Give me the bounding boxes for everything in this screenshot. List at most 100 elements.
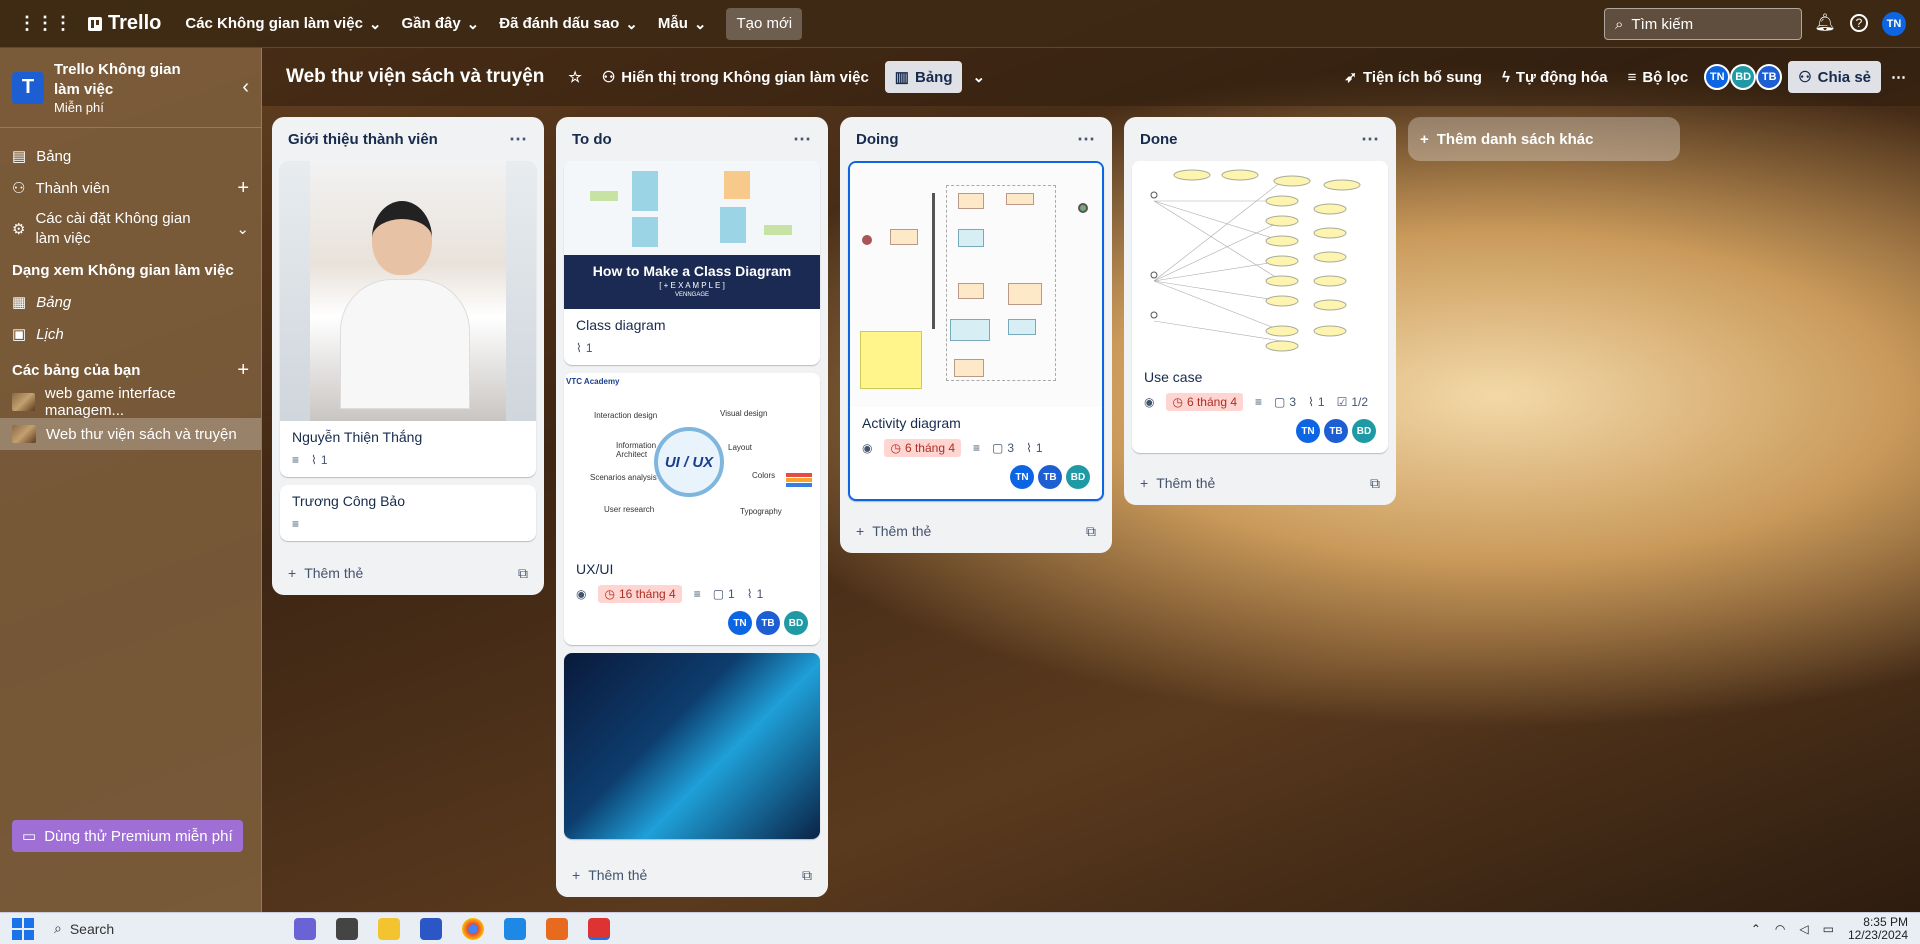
board-member-avatar[interactable]: TB	[1756, 64, 1783, 90]
vscode-icon[interactable]	[504, 917, 526, 940]
due-date: 6 tháng 4	[904, 441, 956, 455]
list-menu-icon[interactable]: ⋯	[509, 129, 528, 150]
menu-workspaces[interactable]: Các Không gian làm việc ⌄	[175, 8, 391, 40]
automation-button[interactable]: ϟ Tự động hóa	[1492, 61, 1618, 93]
card-use-case[interactable]: Use case ◉ ◷ 6 tháng 4 ≡ ▢ 3 ⌇ 1 ☑ 1/2 TN TB…	[1132, 161, 1388, 453]
create-from-template-icon[interactable]: ⧉	[518, 565, 528, 582]
teams-app-icon[interactable]	[294, 917, 316, 940]
filter-button[interactable]: ≡ Bộ lọc	[1618, 61, 1699, 93]
add-card-button[interactable]: + Thêm thẻ	[288, 565, 363, 581]
app-icon[interactable]	[336, 917, 358, 940]
list-todo: To do ⋯ How to Make a Class Diagram [ + E…	[556, 117, 828, 897]
chevron-down-icon[interactable]: ⌄	[236, 220, 249, 238]
wifi-icon[interactable]: ◠	[1775, 922, 1785, 936]
chevron-up-icon[interactable]: ⌃	[1751, 922, 1761, 936]
card-member-avatar[interactable]: TB	[756, 611, 780, 635]
trello-logo[interactable]: Trello	[88, 12, 161, 35]
add-card-button[interactable]: + Thêm thẻ	[856, 523, 931, 539]
card-title: Use case	[1144, 369, 1203, 385]
user-avatar[interactable]: TN	[1882, 12, 1906, 36]
card-activity-diagram[interactable]: Activity diagram ◉ ◷ 6 tháng 4 ≡ ▢ 3 ⌇ 1 TN…	[848, 161, 1104, 501]
view-switcher-chevron-icon[interactable]: ⌄	[962, 61, 995, 93]
list-menu-icon[interactable]: ⋯	[793, 129, 812, 150]
due-date-badge[interactable]: ◷ 6 tháng 4	[884, 439, 962, 457]
due-date-badge[interactable]: ◷ 6 tháng 4	[1166, 393, 1244, 411]
sidebar-view-board[interactable]: ▦ Bảng	[0, 286, 261, 318]
sidebar-item-label: Các cài đặt Không gian làm việc	[35, 210, 191, 247]
menu-recent[interactable]: Gần đây ⌄	[391, 8, 489, 40]
app-icon[interactable]	[546, 917, 568, 940]
board-view-button[interactable]: ▥ Bảng	[884, 61, 963, 93]
card[interactable]: Trương Công Bảo ≡	[280, 485, 536, 541]
app-icon[interactable]	[420, 917, 442, 940]
add-member-icon[interactable]: +	[237, 177, 249, 200]
list-title[interactable]: Doing	[856, 131, 899, 148]
add-board-icon[interactable]: +	[237, 359, 249, 382]
visibility-button[interactable]: ⚇ Hiển thị trong Không gian làm việc	[592, 61, 879, 93]
create-from-template-icon[interactable]: ⧉	[802, 867, 812, 884]
list-title[interactable]: Done	[1140, 131, 1178, 148]
card-member-avatar[interactable]: BD	[784, 611, 808, 635]
powerups-button[interactable]: ➶ Tiện ích bổ sung	[1334, 61, 1491, 93]
file-explorer-icon[interactable]	[378, 917, 400, 940]
sidebar-board-item-active[interactable]: Web thư viện sách và truyện	[0, 418, 261, 450]
sidebar-item-settings[interactable]: ⚙ Các cài đặt Không gian làm việc ⌄	[0, 204, 261, 254]
briefcase-icon: ▭	[22, 828, 37, 845]
windows-start-icon[interactable]	[12, 917, 34, 940]
star-icon[interactable]: ☆	[558, 61, 591, 93]
card[interactable]: Nguyễn Thiện Thắng ≡ ⌇ 1	[280, 161, 536, 477]
add-card-button[interactable]: + Thêm thẻ	[572, 867, 647, 883]
menu-label: Gần đây	[401, 15, 461, 32]
taskbar-search[interactable]: ⌕ Search	[54, 916, 234, 942]
create-from-template-icon[interactable]: ⧉	[1370, 475, 1380, 492]
workspace-logo: T	[12, 71, 44, 104]
notifications-icon[interactable]: 🔔︎	[1814, 12, 1836, 34]
add-card-button[interactable]: + Thêm thẻ	[1140, 475, 1215, 491]
list-menu-icon[interactable]: ⋯	[1361, 129, 1380, 150]
more-options-icon[interactable]: ⋯	[1881, 61, 1916, 93]
board-title[interactable]: Web thư viện sách và truyện	[286, 66, 544, 88]
menu-starred[interactable]: Đã đánh dấu sao ⌄	[489, 8, 648, 40]
app-switcher-icon[interactable]: ⋮⋮⋮	[12, 8, 78, 40]
battery-icon[interactable]: ▭	[1823, 922, 1834, 936]
premium-trial-button[interactable]: ▭ Dùng thử Premium miễn phí	[12, 820, 243, 852]
snipping-tool-icon[interactable]	[588, 917, 610, 940]
due-date-badge[interactable]: ◷ 16 tháng 4	[598, 585, 682, 603]
card[interactable]: VTC Academy UI / UX Interaction design I…	[564, 373, 820, 645]
sidebar-view-calendar[interactable]: ▣ Lịch	[0, 318, 261, 350]
card[interactable]: How to Make a Class Diagram [ + E X A M …	[564, 161, 820, 365]
add-card-label: Thêm thẻ	[588, 867, 648, 883]
card-member-avatar[interactable]: TN	[728, 611, 752, 635]
volume-icon[interactable]: ◁	[1799, 922, 1808, 936]
checklist-badge: ☑ 1/2	[1337, 395, 1368, 409]
sidebar-item-boards[interactable]: ▤ Bảng	[0, 140, 261, 172]
sidebar-item-members[interactable]: ⚇ Thành viên +	[0, 172, 261, 204]
board-member-avatar[interactable]: TN	[1704, 64, 1731, 90]
chevron-down-icon: ⌄	[368, 15, 382, 33]
create-from-template-icon[interactable]: ⧉	[1086, 523, 1096, 540]
collapse-sidebar-icon[interactable]: ‹	[242, 76, 249, 99]
card-member-avatar[interactable]: BD	[1066, 465, 1090, 489]
premium-label: Dùng thử Premium miễn phí	[44, 827, 233, 845]
create-button[interactable]: Tạo mới	[726, 7, 803, 40]
help-icon[interactable]: ?	[1850, 14, 1868, 32]
card-member-avatar[interactable]: TB	[1038, 465, 1062, 489]
card-member-avatar[interactable]: BD	[1352, 419, 1376, 443]
chrome-icon[interactable]	[462, 917, 484, 940]
list-title[interactable]: Giới thiệu thành viên	[288, 131, 438, 148]
list-menu-icon[interactable]: ⋯	[1077, 129, 1096, 150]
card-member-avatar[interactable]: TB	[1324, 419, 1348, 443]
card-member-avatar[interactable]: TN	[1010, 465, 1034, 489]
search-input[interactable]: ⌕ Tìm kiếm	[1604, 8, 1802, 40]
list-title[interactable]: To do	[572, 131, 612, 148]
add-list-button[interactable]: + Thêm danh sách khác	[1408, 117, 1680, 161]
board-member-avatar[interactable]: BD	[1730, 64, 1757, 90]
board-thumbnail	[12, 425, 36, 443]
card[interactable]	[564, 653, 820, 839]
menu-templates[interactable]: Mẫu ⌄	[648, 8, 717, 40]
share-label: Chia sẻ	[1817, 68, 1871, 86]
share-button[interactable]: ⚇ Chia sẻ	[1788, 61, 1881, 93]
clock[interactable]: 8:35 PM 12/23/2024	[1848, 915, 1908, 942]
sidebar-board-item[interactable]: web game interface managem...	[0, 385, 261, 419]
card-member-avatar[interactable]: TN	[1296, 419, 1320, 443]
